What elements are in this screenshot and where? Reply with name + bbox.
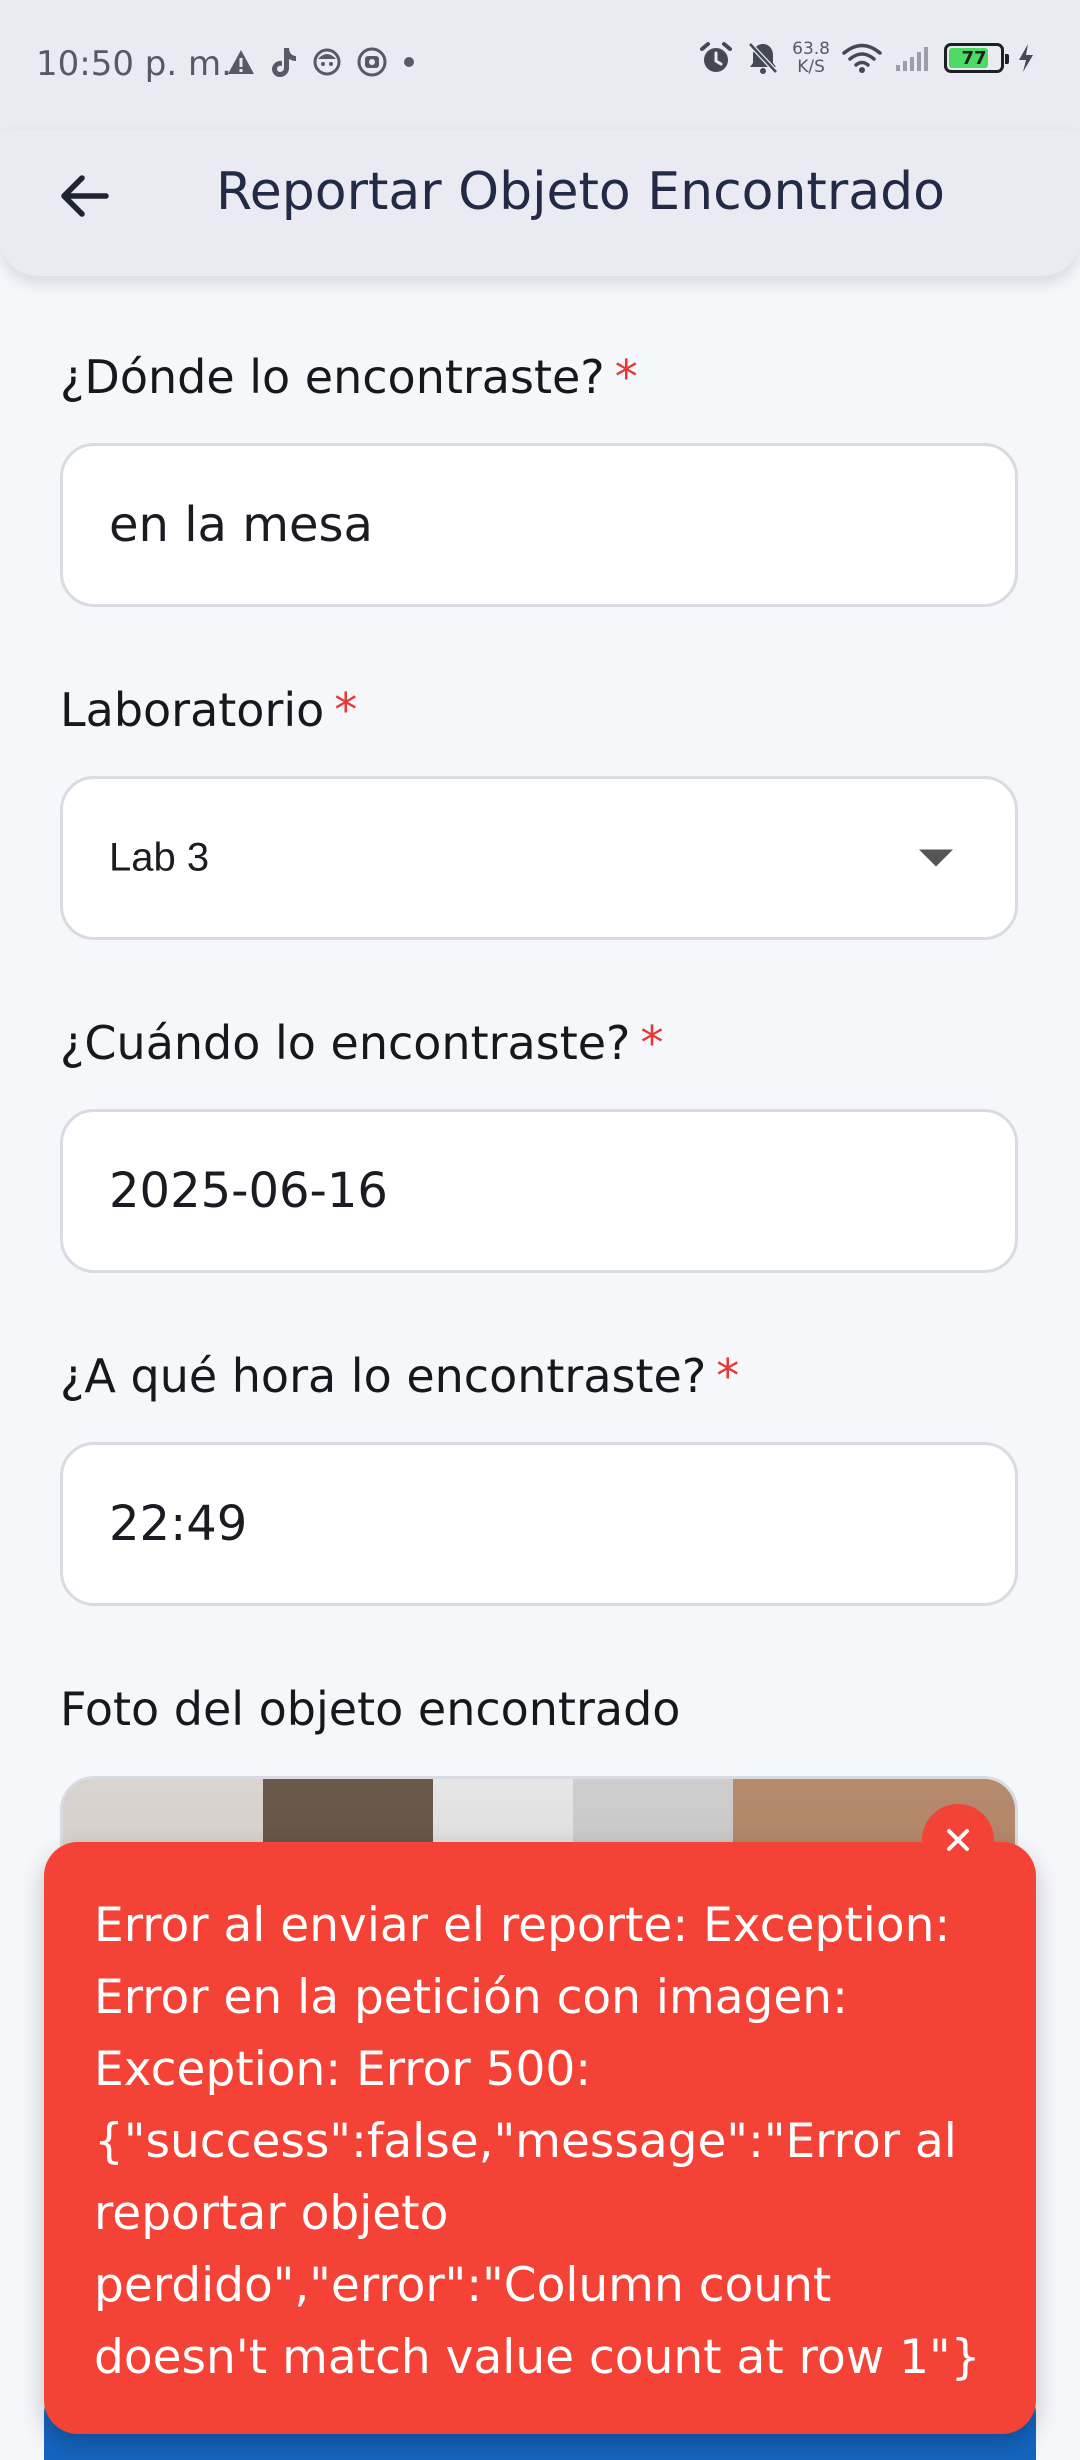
error-snackbar: Error al enviar el reporte: Exception: E… — [44, 1842, 1036, 2434]
dropdown-arrow-icon — [919, 849, 953, 867]
date-value: 2025-06-16 — [109, 1163, 388, 1219]
date-label: ¿Cuándo lo encontraste? * — [60, 1016, 663, 1070]
status-left-icons — [226, 46, 416, 78]
bell-off-icon — [748, 42, 778, 74]
report-found-object-screen: 10:50 p. m. 63.8 K/S 77 Reportar Objeto … — [0, 0, 1080, 2460]
media-app-icon — [357, 47, 387, 77]
close-icon — [947, 1829, 969, 1851]
battery-icon: 77 — [944, 43, 1009, 73]
required-mark: * — [614, 350, 638, 404]
error-message: Error al enviar el reporte: Exception: E… — [94, 1898, 981, 2385]
face-app-icon — [313, 48, 341, 76]
time-label-text: ¿A qué hora lo encontraste? — [60, 1349, 707, 1403]
tiktok-icon — [272, 48, 296, 77]
charging-bolt-icon — [1019, 44, 1033, 72]
net-speed: 63.8 K/S — [792, 40, 830, 76]
laboratory-select[interactable]: Lab 3 — [60, 776, 1018, 940]
status-bar: 10:50 p. m. 63.8 K/S 77 — [0, 0, 1080, 130]
page-title: Reportar Objeto Encontrado — [216, 162, 945, 222]
back-button[interactable] — [44, 156, 124, 236]
signal-icon — [896, 47, 928, 71]
time-value: 22:49 — [109, 1496, 248, 1552]
time-label: ¿A qué hora lo encontraste? * — [60, 1349, 739, 1403]
location-label-text: ¿Dónde lo encontraste? — [60, 350, 605, 404]
location-input[interactable]: en la mesa — [60, 443, 1018, 607]
arrow-left-icon — [61, 175, 109, 217]
required-mark: * — [716, 1349, 740, 1403]
laboratory-value: Lab 3 — [109, 835, 210, 880]
warning-icon — [228, 50, 254, 74]
status-time: 10:50 p. m. — [36, 44, 232, 84]
date-input[interactable]: 2025-06-16 — [60, 1109, 1018, 1273]
status-right-icons: 63.8 K/S 77 — [698, 40, 1036, 76]
location-value: en la mesa — [109, 497, 373, 553]
time-input[interactable]: 22:49 — [60, 1442, 1018, 1606]
alarm-icon — [700, 42, 733, 72]
location-label: ¿Dónde lo encontraste? * — [60, 350, 638, 404]
laboratory-label: Laboratorio * — [60, 683, 357, 737]
required-mark: * — [640, 1016, 664, 1070]
date-label-text: ¿Cuándo lo encontraste? — [60, 1016, 631, 1070]
laboratory-label-text: Laboratorio — [60, 683, 325, 737]
required-mark: * — [334, 683, 358, 737]
close-button[interactable] — [922, 1804, 994, 1876]
battery-level: 77 — [961, 47, 987, 69]
net-speed-unit: K/S — [797, 57, 825, 77]
wifi-icon — [842, 43, 882, 73]
app-bar: Reportar Objeto Encontrado — [0, 130, 1080, 276]
photo-label: Foto del objeto encontrado — [60, 1682, 681, 1736]
net-speed-value: 63.8 — [792, 39, 830, 59]
dot-icon — [404, 57, 414, 67]
